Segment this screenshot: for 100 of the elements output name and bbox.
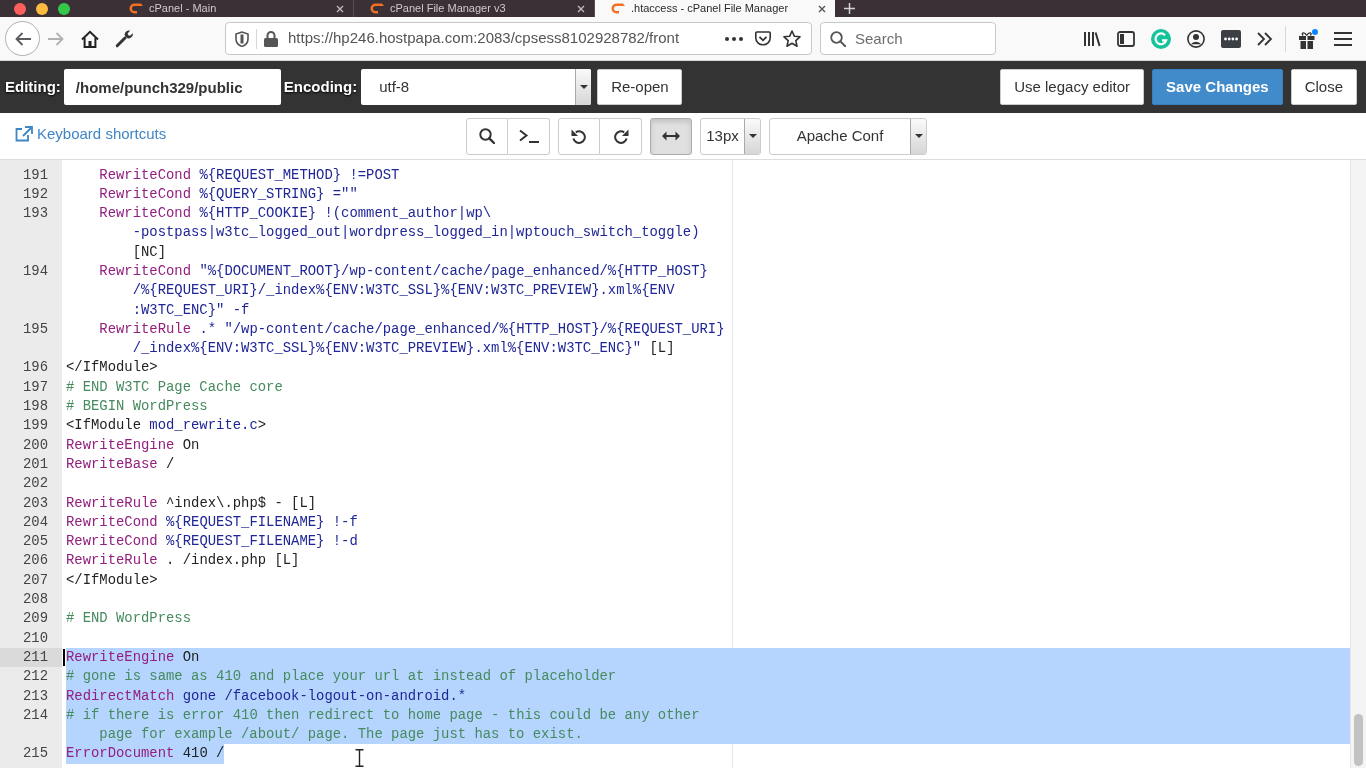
undo-button[interactable] [558, 117, 600, 155]
lock-icon[interactable] [264, 30, 278, 47]
site-logo-icon [611, 3, 625, 14]
search-field[interactable]: Search [820, 22, 996, 55]
sidebar-icon[interactable] [1117, 30, 1135, 47]
pocket-icon[interactable] [755, 31, 771, 46]
text-cursor-icon [355, 749, 364, 767]
code-line: # if there is error 410 then redirect to home page - this could be any other page for example /about/ page. The page just has to exist. [66, 705, 700, 745]
code-line: RewriteBase / [66, 454, 175, 474]
line-number: 195 [23, 320, 48, 337]
arrow-left-icon [14, 31, 31, 46]
caret-icon [914, 134, 923, 138]
window-zoom-icon[interactable] [58, 2, 70, 15]
search-icon [830, 30, 846, 47]
mode-select[interactable]: Apache Conf [769, 117, 927, 155]
redo-icon [612, 128, 629, 144]
close-icon[interactable] [818, 4, 826, 13]
line-number: 202 [23, 475, 48, 492]
save-button[interactable]: Save Changes [1152, 69, 1283, 105]
reopen-button[interactable]: Re-open [597, 69, 683, 105]
line-number: 194 [23, 263, 48, 279]
wrap-button[interactable] [650, 117, 692, 155]
terminal-prompt-icon [518, 129, 539, 143]
line-number: 196 [23, 359, 48, 376]
home-icon[interactable] [81, 29, 99, 48]
library-icon[interactable] [1083, 30, 1101, 47]
menu-icon[interactable] [1334, 31, 1352, 46]
star-icon[interactable] [783, 30, 801, 47]
dots-tile-icon[interactable] [1221, 29, 1241, 48]
line-number: 197 [23, 378, 48, 395]
font-size-select[interactable]: 13px [700, 117, 761, 155]
redo-button[interactable] [600, 117, 642, 155]
code-line: RewriteCond "%{DOCUMENT_ROOT}/wp-content/cache/page_enhanced/%{HTTP_HOST} /%{REQUEST_URI}/_index%{ENV:W3TC_SSL}%{ENV:W3TC_PREVIEW}.xml%{ENV :W3TC_ENC}" -f [99, 262, 708, 320]
browser-tab[interactable]: .htaccess - cPanel File Manager [595, 0, 836, 17]
code-line: </IfModule> [66, 570, 158, 590]
line-number: 215 [23, 745, 48, 762]
code-line: # BEGIN WordPress [66, 397, 208, 417]
code-line: # END W3TC Page Cache core [66, 377, 283, 397]
line-number: 207 [23, 571, 48, 588]
wrench-icon[interactable] [115, 29, 133, 48]
line-number: 199 [23, 417, 48, 434]
shield-icon[interactable] [235, 30, 249, 47]
terminal-button[interactable] [508, 117, 550, 155]
line-number: 208 [23, 591, 48, 608]
window-minimize-icon[interactable] [36, 2, 48, 15]
line-number: 193 [23, 205, 48, 222]
editing-label: Editing: [5, 76, 61, 97]
code-line: RewriteRule .* "/wp-content/cache/page_enhanced/%{HTTP_HOST}/%{REQUEST_URI} /_index%{ENV:W3TC_SSL}%{ENV:W3TC_PREVIEW}.xml%{ENV:W3TC_ENC}" [L] [99, 319, 725, 359]
line-number: 191 [23, 166, 48, 183]
path-field[interactable]: /home/punch329/public [63, 69, 281, 105]
site-logo-icon [370, 3, 384, 14]
scrollbar[interactable] [1350, 160, 1366, 768]
code-line: ErrorDocument 410 / [66, 744, 225, 764]
address-field[interactable]: https://hp246.hostpapa.com:2083/cpsess8102928782/front [225, 22, 812, 55]
account-icon[interactable] [1187, 29, 1205, 48]
caret-icon [579, 85, 588, 89]
code-line: <IfModule mod_rewrite.c> [66, 416, 267, 436]
line-number: 200 [23, 436, 48, 453]
external-link-icon [15, 126, 33, 143]
undo-icon [571, 128, 587, 144]
close-button[interactable]: Close [1290, 69, 1357, 105]
keyboard-shortcuts-link[interactable]: Keyboard shortcuts [15, 122, 167, 146]
legacy-editor-button[interactable]: Use legacy editor [1000, 69, 1145, 105]
search-button[interactable] [466, 117, 508, 155]
double-arrow-icon [662, 131, 680, 141]
code-line: RewriteCond %{REQUEST_FILENAME} !-d [66, 532, 358, 552]
code-line: </IfModule> [66, 358, 158, 378]
code-line: RewriteRule . /index.php [L] [66, 551, 300, 571]
encoding-label: Encoding: [283, 76, 358, 97]
close-icon[interactable] [336, 4, 344, 13]
more-icon[interactable] [725, 36, 743, 41]
scrollbar-thumb[interactable] [1354, 714, 1363, 766]
line-number: 213 [23, 687, 48, 704]
line-number: 203 [23, 494, 48, 511]
search-icon [479, 128, 495, 144]
line-number: 206 [23, 552, 48, 569]
line-number: 210 [23, 629, 48, 646]
code-line: RewriteEngine On [66, 647, 200, 667]
window-close-icon[interactable] [14, 2, 26, 15]
close-icon[interactable] [577, 4, 585, 13]
new-tab-icon[interactable] [844, 3, 855, 14]
line-number: 204 [23, 513, 48, 530]
gift-icon[interactable] [1298, 28, 1318, 49]
code-line: # END WordPress [66, 609, 192, 629]
code-line: RewriteCond %{REQUEST_METHOD} !=POST [99, 165, 400, 185]
line-number: 212 [23, 668, 48, 685]
caret-icon [748, 134, 757, 138]
line-number: 209 [23, 610, 48, 627]
code-line: RewriteRule ^index\.php$ - [L] [66, 493, 317, 513]
line-number: 201 [23, 455, 48, 472]
line-number: 205 [23, 533, 48, 550]
line-number: 214 [23, 706, 48, 723]
chevrons-icon[interactable] [1257, 31, 1273, 46]
line-number: 198 [23, 398, 48, 415]
back-button[interactable] [5, 21, 40, 56]
code-line: RewriteCond %{REQUEST_FILENAME} !-f [66, 512, 358, 532]
code-line: RewriteEngine On [66, 435, 200, 455]
encoding-select[interactable]: utf-8 [361, 69, 592, 105]
code-line: RedirectMatch gone /facebook-logout-on-android.* [66, 686, 467, 706]
line-number: 192 [23, 185, 48, 202]
